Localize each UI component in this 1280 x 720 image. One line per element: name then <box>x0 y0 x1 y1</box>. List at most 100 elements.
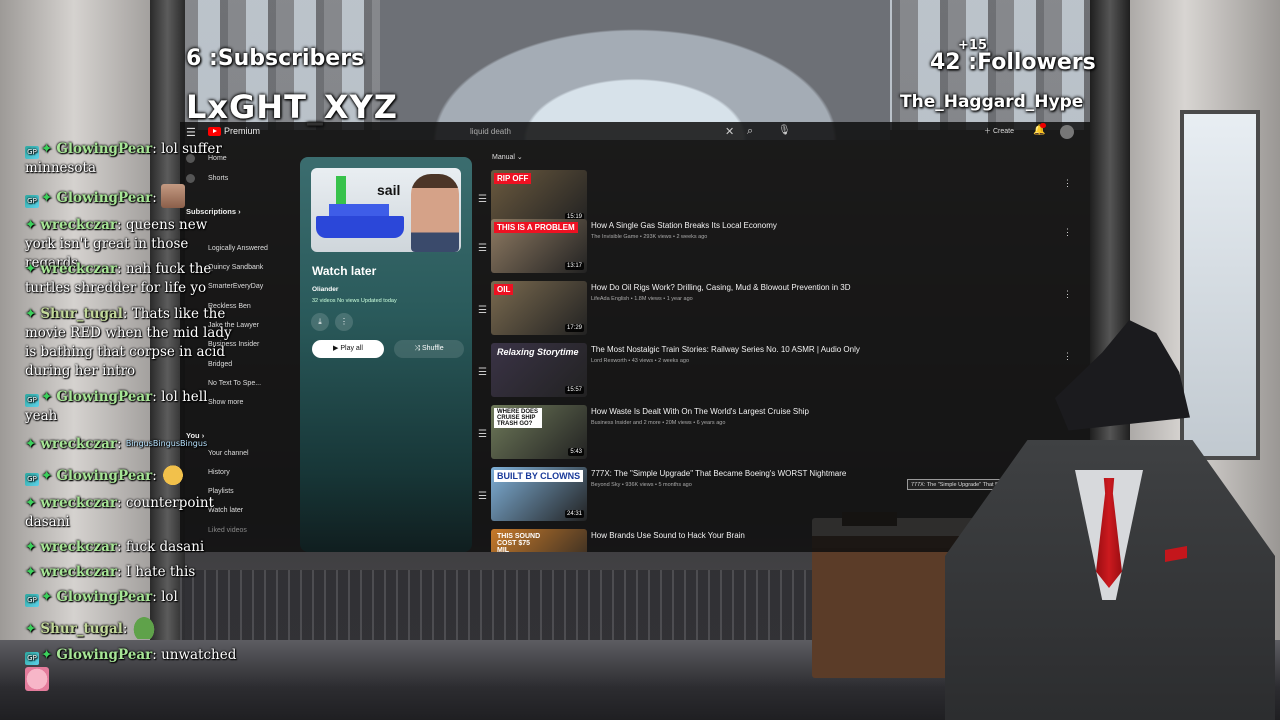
sidebar-heading-subscriptions[interactable]: Subscriptions › <box>186 207 241 216</box>
chat-username[interactable]: wreckczar <box>40 436 117 452</box>
drag-handle-icon[interactable]: ☰ <box>478 491 487 502</box>
chat-username[interactable]: wreckczar <box>40 564 117 580</box>
chat-username[interactable]: GlowingPear <box>56 190 152 206</box>
video-title[interactable]: How Brands Use Sound to Hack Your Brain <box>591 531 745 540</box>
chat-message: GP ✦ GlowingPear: lol suffer minnesota <box>25 141 222 176</box>
chat-username[interactable]: wreckczar <box>40 217 117 233</box>
video-title[interactable]: How A Single Gas Station Breaks Its Loca… <box>591 221 777 230</box>
drag-handle-icon[interactable]: ☰ <box>478 194 487 205</box>
chat-username[interactable]: GlowingPear <box>56 389 152 405</box>
video-thumbnail[interactable]: THIS SOUND COST $75 MIL <box>491 529 587 552</box>
ship-hull <box>316 216 404 238</box>
latest-follower: The_Haggard_Hype <box>900 92 1084 112</box>
play-all-label: Play all <box>340 345 363 352</box>
video-duration: 17:29 <box>564 324 584 332</box>
chat-message: ✦ Shur_tugal: Thats like the movie RED wh… <box>25 306 232 379</box>
video-meta: The Invisible Game • 293K views • 2 week… <box>591 234 708 240</box>
youtube-brand: Premium <box>224 126 261 136</box>
drag-handle-icon[interactable]: ☰ <box>478 429 487 440</box>
account-avatar[interactable] <box>1060 125 1074 139</box>
thumbnail-tag: Relaxing Storytime <box>497 347 579 357</box>
youtube-logo[interactable]: Premium <box>208 126 260 136</box>
chat-username[interactable]: wreckczar <box>40 261 117 277</box>
video-title[interactable]: How Waste Is Dealt With On The World's L… <box>591 407 809 416</box>
diamond-icon: ✦ <box>41 141 53 157</box>
diamond-icon: ✦ <box>41 468 53 484</box>
video-duration: 13:17 <box>564 262 584 270</box>
playlist-meta: 32 videos No views Updated today <box>312 298 397 304</box>
playlist-thumbnail[interactable]: sail <box>311 168 461 252</box>
sort-dropdown[interactable]: Manual ⌄ <box>492 153 523 161</box>
more-options-icon[interactable]: ⋮ <box>335 313 353 331</box>
video-thumbnail[interactable]: RIP OFF 15:19 <box>491 170 587 224</box>
chat-username[interactable]: wreckczar <box>40 495 117 511</box>
video-thumbnail[interactable]: WHERE DOES CRUISE SHIP TRASH GO? 5:43 <box>491 405 587 459</box>
video-thumbnail[interactable]: BUILT BY CLOWNS 24:31 <box>491 467 587 521</box>
video-row[interactable]: ☰ THIS IS A PROBLEM 13:17 How A Single Gas … <box>476 219 1076 277</box>
chat-username[interactable]: Shur_tugal <box>40 306 123 322</box>
video-menu-icon[interactable]: ⋮ <box>1063 289 1072 300</box>
chat-text: I hate this <box>125 564 196 580</box>
play-all-button[interactable]: ▶ Play all <box>312 340 384 358</box>
video-duration: 24:31 <box>564 510 584 518</box>
subscriptions-label: Subscriptions <box>186 207 237 216</box>
follower-count: 42 :Followers <box>930 50 1096 75</box>
emote-icon <box>25 667 49 691</box>
chat-username[interactable]: GlowingPear <box>56 141 152 157</box>
diamond-icon: ✦ <box>25 539 37 555</box>
video-title[interactable]: How Do Oil Rigs Work? Drilling, Casing, … <box>591 283 851 292</box>
emote-icon <box>161 462 186 486</box>
chat-message: ✦ wreckczar: nah fuck the turtles shredde… <box>25 261 212 296</box>
chat-username[interactable]: Shur_tugal <box>40 621 123 637</box>
youtube-play-icon <box>208 126 221 136</box>
video-menu-icon[interactable]: ⋮ <box>1063 227 1072 238</box>
chat-text: unwatched <box>161 647 237 663</box>
video-duration: 5:43 <box>568 448 584 456</box>
drag-handle-icon[interactable]: ☰ <box>478 305 487 316</box>
drag-handle-icon[interactable]: ☰ <box>478 367 487 378</box>
diamond-icon: ✦ <box>41 589 53 605</box>
chat-message: GP ✦ GlowingPear: <box>25 184 240 208</box>
playlist-owner[interactable]: Oliander <box>312 286 338 293</box>
video-menu-icon[interactable]: ⋮ <box>1063 178 1072 189</box>
youtube-topbar: ☰ Premium liquid death ✕ ⌕ 🎙 ＋ Create 🔔 <box>180 122 1090 142</box>
thumbnail-tag: OIL <box>494 284 514 295</box>
video-row[interactable]: ☰ WHERE DOES CRUISE SHIP TRASH GO? 5:43 How… <box>476 405 1076 463</box>
chat-text: BingusBingusBingus <box>125 439 208 448</box>
chat-username[interactable]: GlowingPear <box>56 589 152 605</box>
thumbnail-tag: RIP OFF <box>494 173 532 184</box>
chat-message: ✦ wreckczar: BingusBingusBingus <box>25 436 208 452</box>
clear-search-icon[interactable]: ✕ <box>725 125 734 138</box>
shuffle-button[interactable]: ⤨ Shuffle <box>394 340 464 358</box>
video-row[interactable]: ☰ Relaxing Storytime 15:57 The Most Nostalg… <box>476 343 1076 401</box>
subscriber-badge-icon: GP <box>25 146 39 159</box>
menu-icon[interactable]: ☰ <box>186 126 196 139</box>
chat-text: lol <box>161 589 178 605</box>
video-title[interactable]: 777X: The "Simple Upgrade" That Became B… <box>591 469 846 478</box>
video-row[interactable]: ☰ OIL 17:29 How Do Oil Rigs Work? Drilling,… <box>476 281 1076 339</box>
thumbnail-tag: THIS SOUND COST $75 MIL <box>497 533 541 552</box>
playlist-title: Watch later <box>312 264 377 278</box>
subscriber-badge-icon: GP <box>25 652 39 665</box>
subscriber-badge-icon: GP <box>25 394 39 407</box>
create-button[interactable]: ＋ Create <box>984 126 1014 136</box>
drag-handle-icon[interactable]: ☰ <box>478 243 487 254</box>
diamond-icon: ✦ <box>25 261 37 277</box>
chat-username[interactable]: GlowingPear <box>56 468 152 484</box>
chat-username[interactable]: GlowingPear <box>56 647 152 663</box>
video-menu-icon[interactable]: ⋮ <box>1063 351 1072 362</box>
emote-icon <box>131 615 156 639</box>
chat-text: fuck dasani <box>125 539 205 555</box>
mic-icon[interactable]: 🎙 <box>778 125 791 136</box>
video-thumbnail[interactable]: THIS IS A PROBLEM 13:17 <box>491 219 587 273</box>
video-title[interactable]: The Most Nostalgic Train Stories: Railwa… <box>591 345 860 354</box>
search-icon[interactable]: ⌕ <box>747 125 753 138</box>
search-input[interactable]: liquid death <box>462 125 742 139</box>
chat-username[interactable]: wreckczar <box>40 539 117 555</box>
shuffle-label: Shuffle <box>421 345 444 352</box>
channel-handle: LxGHT_XYZ <box>186 88 398 126</box>
video-thumbnail[interactable]: Relaxing Storytime 15:57 <box>491 343 587 397</box>
video-thumbnail[interactable]: OIL 17:29 <box>491 281 587 335</box>
sidebar-sub-7[interactable]: No Text To Spe... <box>208 380 261 387</box>
download-icon[interactable]: ⤓ <box>311 313 329 331</box>
